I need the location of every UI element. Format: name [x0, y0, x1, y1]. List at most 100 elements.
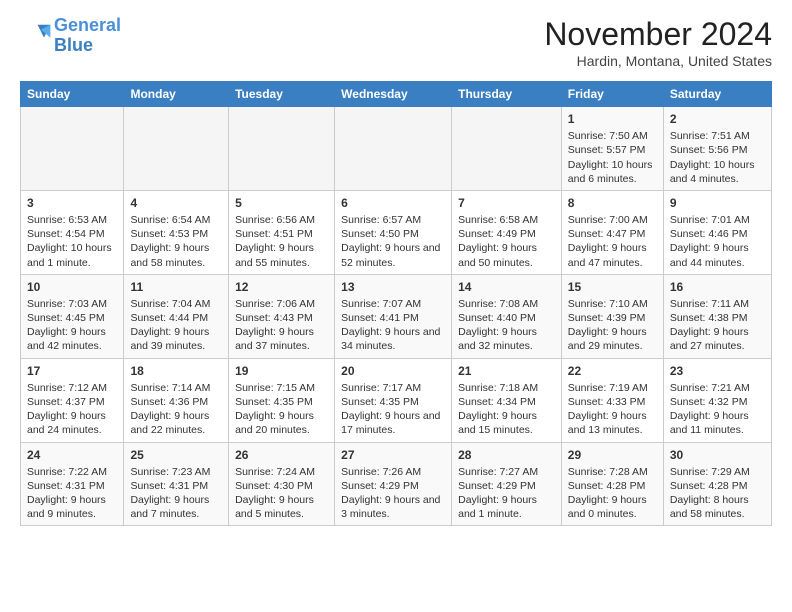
day-info-line: Daylight: 9 hours and 11 minutes.	[670, 409, 765, 437]
day-number: 27	[341, 447, 445, 463]
day-info-line: Daylight: 8 hours and 58 minutes.	[670, 493, 765, 521]
day-number: 13	[341, 279, 445, 295]
day-info-line: Sunrise: 7:15 AM	[235, 381, 328, 395]
day-number: 10	[27, 279, 117, 295]
day-info-line: Sunrise: 7:10 AM	[568, 297, 657, 311]
week-row-5: 24Sunrise: 7:22 AMSunset: 4:31 PMDayligh…	[21, 442, 772, 526]
day-info-line: Sunset: 4:53 PM	[130, 227, 222, 241]
day-info-line: Sunrise: 7:26 AM	[341, 465, 445, 479]
logo-icon	[20, 20, 52, 52]
day-number: 1	[568, 111, 657, 127]
day-number: 11	[130, 279, 222, 295]
day-info-line: Sunrise: 7:11 AM	[670, 297, 765, 311]
calendar-cell: 16Sunrise: 7:11 AMSunset: 4:38 PMDayligh…	[663, 274, 771, 358]
day-info-line: Sunrise: 7:12 AM	[27, 381, 117, 395]
calendar-table: SundayMondayTuesdayWednesdayThursdayFrid…	[20, 81, 772, 526]
day-info-line: Sunset: 4:46 PM	[670, 227, 765, 241]
day-number: 18	[130, 363, 222, 379]
calendar-cell: 6 Sunrise: 6:57 AMSunset: 4:50 PMDaylight…	[335, 190, 452, 274]
day-info-line: Sunset: 4:28 PM	[670, 479, 765, 493]
calendar-cell: 11Sunrise: 7:04 AMSunset: 4:44 PMDayligh…	[124, 274, 229, 358]
calendar-cell: 19Sunrise: 7:15 AMSunset: 4:35 PMDayligh…	[229, 358, 335, 442]
day-info-line: Sunrise: 7:21 AM	[670, 381, 765, 395]
day-info-line: Sunrise: 6:57 AM	[341, 213, 445, 227]
day-info-line: Sunset: 4:44 PM	[130, 311, 222, 325]
day-info-line: Sunset: 4:51 PM	[235, 227, 328, 241]
day-number: 28	[458, 447, 555, 463]
day-info-line: Sunset: 4:41 PM	[341, 311, 445, 325]
day-info-line: Sunrise: 6:56 AM	[235, 213, 328, 227]
calendar-cell: 24Sunrise: 7:22 AMSunset: 4:31 PMDayligh…	[21, 442, 124, 526]
calendar-cell: 5Sunrise: 6:56 AMSunset: 4:51 PMDaylight…	[229, 190, 335, 274]
day-number: 5	[235, 195, 328, 211]
calendar-cell: 4Sunrise: 6:54 AMSunset: 4:53 PMDaylight…	[124, 190, 229, 274]
day-number: 6	[341, 195, 445, 211]
day-info-line: Sunrise: 7:22 AM	[27, 465, 117, 479]
calendar-cell: 18Sunrise: 7:14 AMSunset: 4:36 PMDayligh…	[124, 358, 229, 442]
day-info-line: Daylight: 9 hours and 5 minutes.	[235, 493, 328, 521]
day-info-line: Sunrise: 7:01 AM	[670, 213, 765, 227]
day-info-line: Sunrise: 7:14 AM	[130, 381, 222, 395]
day-info-line: Sunrise: 7:00 AM	[568, 213, 657, 227]
day-info-line: Sunrise: 7:07 AM	[341, 297, 445, 311]
day-info-line: Daylight: 9 hours and 20 minutes.	[235, 409, 328, 437]
day-info-line: Sunrise: 7:28 AM	[568, 465, 657, 479]
calendar-cell: 20Sunrise: 7:17 AMSunset: 4:35 PMDayligh…	[335, 358, 452, 442]
calendar-cell: 22Sunrise: 7:19 AMSunset: 4:33 PMDayligh…	[561, 358, 663, 442]
day-info-line: Sunset: 4:39 PM	[568, 311, 657, 325]
day-info-line: Sunset: 4:40 PM	[458, 311, 555, 325]
calendar-cell: 8Sunrise: 7:00 AMSunset: 4:47 PMDaylight…	[561, 190, 663, 274]
day-number: 30	[670, 447, 765, 463]
day-info-line: Sunrise: 6:53 AM	[27, 213, 117, 227]
day-info-line: Sunset: 4:37 PM	[27, 395, 117, 409]
day-info-line: Sunset: 4:43 PM	[235, 311, 328, 325]
day-info-line: Sunset: 4:32 PM	[670, 395, 765, 409]
day-info-line: Daylight: 9 hours and 0 minutes.	[568, 493, 657, 521]
calendar-cell	[452, 107, 562, 191]
week-row-1: 1Sunrise: 7:50 AMSunset: 5:57 PMDaylight…	[21, 107, 772, 191]
week-row-2: 3Sunrise: 6:53 AMSunset: 4:54 PMDaylight…	[21, 190, 772, 274]
day-info-line: Sunset: 4:28 PM	[568, 479, 657, 493]
day-info-line: Daylight: 9 hours and 29 minutes.	[568, 325, 657, 353]
day-info-line: Daylight: 9 hours and 15 minutes.	[458, 409, 555, 437]
day-header-wednesday: Wednesday	[335, 82, 452, 107]
calendar-cell: 21Sunrise: 7:18 AMSunset: 4:34 PMDayligh…	[452, 358, 562, 442]
week-row-3: 10Sunrise: 7:03 AMSunset: 4:45 PMDayligh…	[21, 274, 772, 358]
calendar-cell: 25Sunrise: 7:23 AMSunset: 4:31 PMDayligh…	[124, 442, 229, 526]
day-info-line: Daylight: 9 hours and 32 minutes.	[458, 325, 555, 353]
day-info-line: Daylight: 10 hours and 4 minutes.	[670, 158, 765, 186]
day-header-monday: Monday	[124, 82, 229, 107]
day-number: 4	[130, 195, 222, 211]
day-info-line: Daylight: 9 hours and 13 minutes.	[568, 409, 657, 437]
day-number: 29	[568, 447, 657, 463]
day-number: 22	[568, 363, 657, 379]
calendar-cell: 3Sunrise: 6:53 AMSunset: 4:54 PMDaylight…	[21, 190, 124, 274]
day-number: 25	[130, 447, 222, 463]
day-info-line: Sunrise: 7:51 AM	[670, 129, 765, 143]
day-number: 21	[458, 363, 555, 379]
day-info-line: Sunrise: 7:19 AM	[568, 381, 657, 395]
day-header-tuesday: Tuesday	[229, 82, 335, 107]
day-info-line: Sunrise: 7:50 AM	[568, 129, 657, 143]
day-info-line: Daylight: 10 hours and 1 minute.	[27, 241, 117, 269]
header: General Blue November 2024 Hardin, Monta…	[20, 16, 772, 69]
day-number: 23	[670, 363, 765, 379]
day-info-line: Sunset: 4:29 PM	[341, 479, 445, 493]
logo: General Blue	[20, 16, 121, 56]
day-info-line: Sunrise: 6:54 AM	[130, 213, 222, 227]
day-info-line: Sunset: 4:50 PM	[341, 227, 445, 241]
calendar-cell	[335, 107, 452, 191]
day-number: 8	[568, 195, 657, 211]
calendar-cell: 2Sunrise: 7:51 AMSunset: 5:56 PMDaylight…	[663, 107, 771, 191]
day-info-line: Sunset: 4:35 PM	[341, 395, 445, 409]
logo-line2: Blue	[54, 35, 93, 55]
day-info-line: Daylight: 9 hours and 24 minutes.	[27, 409, 117, 437]
day-number: 12	[235, 279, 328, 295]
day-info-line: Daylight: 9 hours and 47 minutes.	[568, 241, 657, 269]
header-row: SundayMondayTuesdayWednesdayThursdayFrid…	[21, 82, 772, 107]
day-info-line: Daylight: 9 hours and 52 minutes.	[341, 241, 445, 269]
day-info-line: Daylight: 9 hours and 44 minutes.	[670, 241, 765, 269]
day-header-sunday: Sunday	[21, 82, 124, 107]
day-info-line: Daylight: 9 hours and 9 minutes.	[27, 493, 117, 521]
calendar-cell: 10Sunrise: 7:03 AMSunset: 4:45 PMDayligh…	[21, 274, 124, 358]
